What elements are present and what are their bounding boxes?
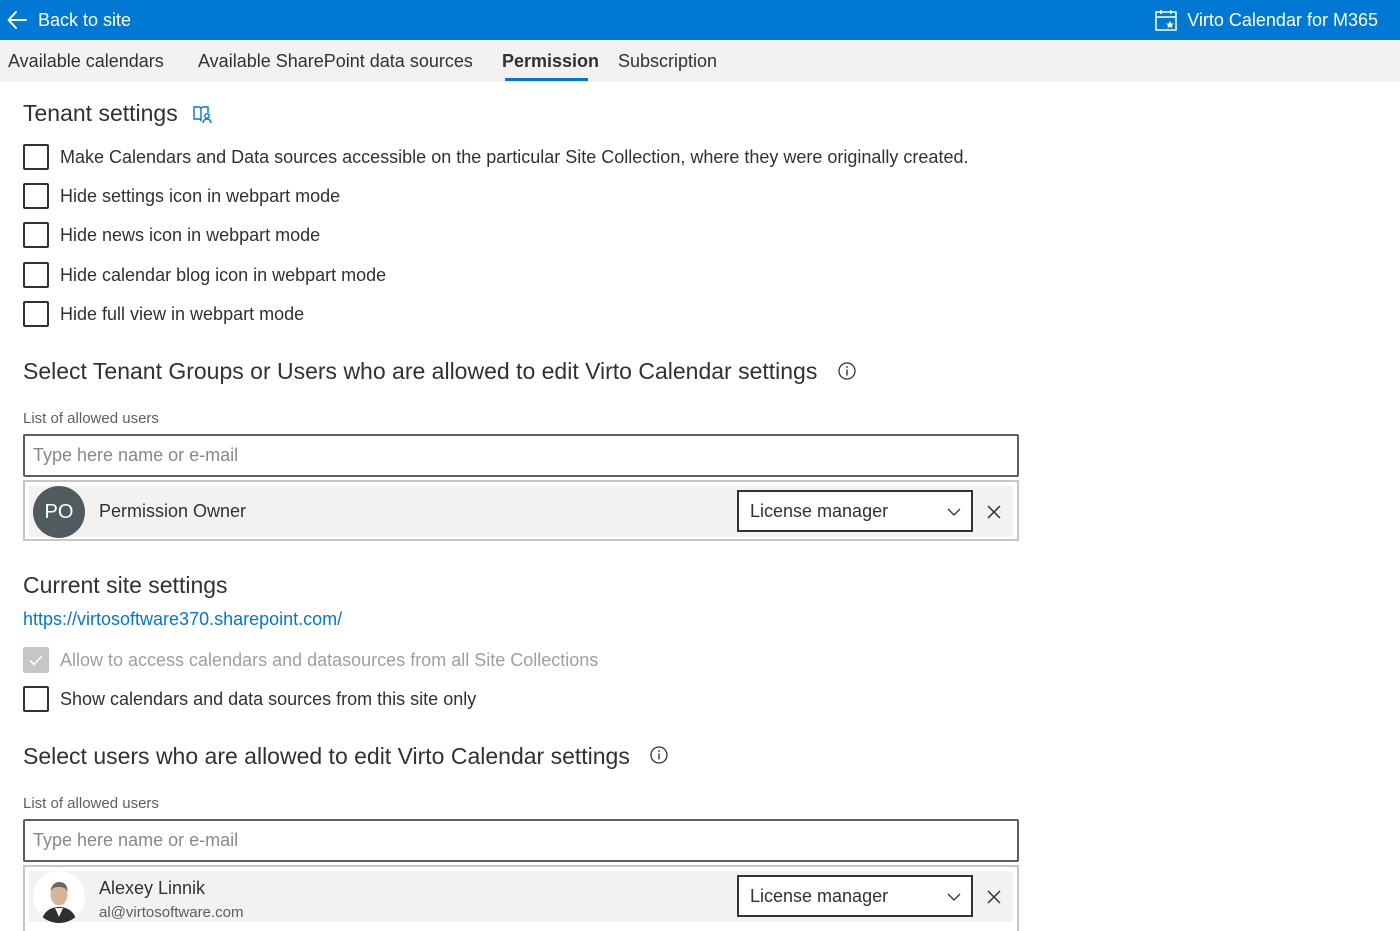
tenant-settings-title: Tenant settings (23, 100, 178, 126)
back-to-site-label: Back to site (38, 9, 132, 30)
top-bar: Back to site Virto Calendar for M365 (0, 0, 1400, 40)
tenant-users-heading: Select Tenant Groups or Users who are al… (23, 358, 818, 384)
calendar-icon (1155, 10, 1177, 31)
remove-user-button[interactable] (983, 886, 1005, 908)
tab-bar: Available calendars Available SharePoint… (0, 40, 1400, 82)
site-allowed-users-list: Alexey Linnik al@virtosoftware.com Licen… (23, 865, 1019, 931)
checkbox-box[interactable] (23, 301, 49, 327)
checkbox-label: Show calendars and data sources from thi… (60, 688, 477, 709)
tenant-allowed-users-list: PO Permission Owner License manager (23, 480, 1019, 541)
checkbox-allow-all-site-collections: Allow to access calendars and datasource… (23, 647, 598, 673)
arrow-left-icon (7, 11, 27, 29)
site-list-label: List of allowed users (23, 795, 159, 812)
checkbox-hide-calendar-blog-icon[interactable]: Hide calendar blog icon in webpart mode (23, 262, 386, 288)
back-to-site-link[interactable]: Back to site (6, 0, 131, 40)
checkbox-box[interactable] (23, 222, 49, 248)
info-icon[interactable] (649, 745, 669, 765)
checkbox-show-this-site-only[interactable]: Show calendars and data sources from thi… (23, 686, 476, 712)
site-people-picker-input[interactable] (23, 819, 1019, 862)
checkmark-icon (29, 655, 43, 666)
chevron-down-icon (947, 893, 961, 901)
book-person-icon[interactable] (192, 104, 212, 124)
site-url-link[interactable]: https://virtosoftware370.sharepoint.com/ (23, 609, 342, 630)
remove-user-button[interactable] (983, 501, 1005, 523)
checkbox-hide-settings-icon[interactable]: Hide settings icon in webpart mode (23, 183, 340, 209)
checkbox-box[interactable] (23, 183, 49, 209)
close-icon (987, 890, 1001, 904)
role-dropdown[interactable]: License manager (737, 490, 973, 532)
avatar: PO (33, 486, 85, 538)
list-item: PO Permission Owner License manager (29, 486, 1013, 538)
tenant-people-picker-input[interactable] (23, 434, 1019, 477)
tab-available-sharepoint-data-sources[interactable]: Available SharePoint data sources (198, 40, 473, 82)
chevron-down-icon (947, 508, 961, 516)
person-email: al@virtosoftware.com (99, 904, 244, 921)
role-dropdown[interactable]: License manager (737, 875, 973, 917)
checkbox-label: Allow to access calendars and datasource… (60, 649, 599, 670)
app-title-label: Virto Calendar for M365 (1187, 9, 1378, 30)
checkbox-label: Hide full view in webpart mode (60, 303, 305, 324)
avatar-photo (33, 871, 85, 923)
checkbox-label: Make Calendars and Data sources accessib… (60, 146, 969, 167)
person-name: Alexey Linnik (99, 878, 206, 898)
checkbox-label: Hide calendar blog icon in webpart mode (60, 264, 387, 285)
checkbox-box[interactable] (23, 262, 49, 288)
checkbox-box[interactable] (23, 686, 49, 712)
tab-available-calendars[interactable]: Available calendars (8, 40, 164, 82)
checkbox-box-checked-disabled (23, 647, 49, 673)
checkbox-accessible-on-original-site[interactable]: Make Calendars and Data sources accessib… (23, 144, 968, 170)
tenant-list-label: List of allowed users (23, 410, 159, 427)
person-name: Permission Owner (99, 501, 247, 521)
checkbox-hide-news-icon[interactable]: Hide news icon in webpart mode (23, 222, 320, 248)
app-title: Virto Calendar for M365 (1154, 0, 1378, 40)
info-icon[interactable] (837, 361, 857, 381)
checkbox-box[interactable] (23, 144, 49, 170)
close-icon (987, 505, 1001, 519)
checkbox-label: Hide news icon in webpart mode (60, 224, 321, 245)
current-site-settings-title: Current site settings (23, 572, 228, 598)
role-dropdown-value: License manager (750, 501, 889, 521)
role-dropdown-value: License manager (750, 886, 889, 906)
list-item: Alexey Linnik al@virtosoftware.com Licen… (29, 871, 1013, 923)
site-users-heading: Select users who are allowed to edit Vir… (23, 743, 630, 769)
checkbox-hide-full-view[interactable]: Hide full view in webpart mode (23, 301, 304, 327)
tab-subscription[interactable]: Subscription (618, 40, 717, 82)
checkbox-label: Hide settings icon in webpart mode (60, 185, 341, 206)
active-tab-indicator (505, 78, 588, 81)
tab-permission[interactable]: Permission (502, 40, 599, 82)
